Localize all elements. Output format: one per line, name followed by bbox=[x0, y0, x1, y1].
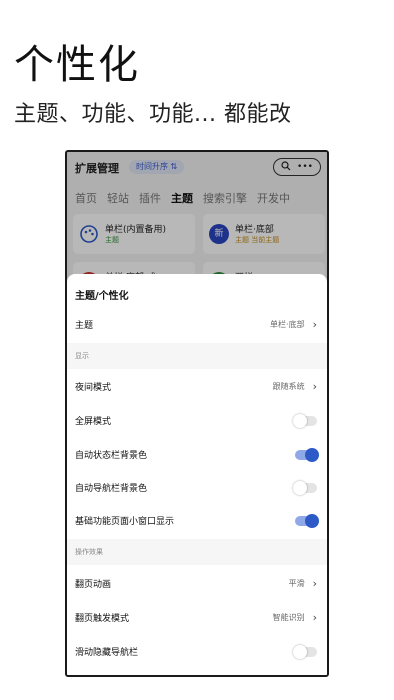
row-value: 智能识别 bbox=[272, 613, 305, 622]
phone-screenshot: 扩展管理 时间升序 ⇅ ••• 首页 轻站 插件 主题 搜索引擎 开发中 单栏(… bbox=[65, 150, 329, 677]
row-label: 自动状态栏背景色 bbox=[75, 451, 148, 461]
chevron-right-icon: › bbox=[312, 318, 317, 331]
hide-navbar-toggle[interactable] bbox=[293, 644, 317, 659]
row-value: 单栏·底部 bbox=[270, 320, 305, 329]
auto-navbar-row: 自动导航栏背景色 bbox=[67, 471, 327, 504]
auto-navbar-toggle[interactable] bbox=[293, 480, 317, 495]
fullscreen-row: 全屏模式 bbox=[67, 404, 327, 437]
promo-subtitle: 主题、功能、功能... 都能改 bbox=[14, 102, 292, 127]
auto-statusbar-toggle[interactable] bbox=[295, 447, 319, 462]
row-label: 滑动隐藏导航栏 bbox=[75, 648, 139, 658]
row-value: 跟随系统 bbox=[272, 382, 305, 391]
auto-statusbar-row: 自动状态栏背景色 bbox=[67, 438, 327, 471]
row-value: 平滑 bbox=[288, 579, 305, 588]
sheet-title: 主题/个性化 bbox=[75, 291, 129, 302]
chevron-right-icon: › bbox=[312, 611, 317, 624]
row-label: 基础功能页面小窗口显示 bbox=[75, 517, 175, 527]
bottom-sheet: 主题/个性化 主题 单栏·底部 › 显示 夜间模式 跟随系统 › 全屏模式 自动… bbox=[67, 274, 327, 675]
hide-navbar-row: 滑动隐藏导航栏 bbox=[67, 635, 327, 668]
night-mode-row[interactable]: 夜间模式 跟随系统 › bbox=[67, 370, 327, 403]
row-label: 翻页动画 bbox=[75, 580, 112, 590]
row-label: 夜间模式 bbox=[75, 383, 112, 393]
mini-window-toggle[interactable] bbox=[295, 513, 319, 528]
row-label: 翻页触发模式 bbox=[75, 614, 130, 624]
row-label: 全屏模式 bbox=[75, 417, 112, 427]
fullscreen-toggle[interactable] bbox=[293, 413, 317, 428]
page-trigger-row[interactable]: 翻页触发模式 智能识别 › bbox=[67, 601, 327, 634]
section-header-effects: 操作效果 bbox=[67, 539, 327, 565]
chevron-right-icon: › bbox=[312, 380, 317, 393]
mini-window-row: 基础功能页面小窗口显示 bbox=[67, 504, 327, 537]
promo-title: 个性化 bbox=[14, 42, 140, 88]
chevron-right-icon: › bbox=[312, 577, 317, 590]
page-animation-row[interactable]: 翻页动画 平滑 › bbox=[67, 567, 327, 600]
row-label: 自动导航栏背景色 bbox=[75, 484, 148, 494]
section-header-display: 显示 bbox=[67, 343, 327, 369]
row-label: 主题 bbox=[75, 321, 94, 331]
theme-row[interactable]: 主题 单栏·底部 › bbox=[67, 308, 327, 341]
